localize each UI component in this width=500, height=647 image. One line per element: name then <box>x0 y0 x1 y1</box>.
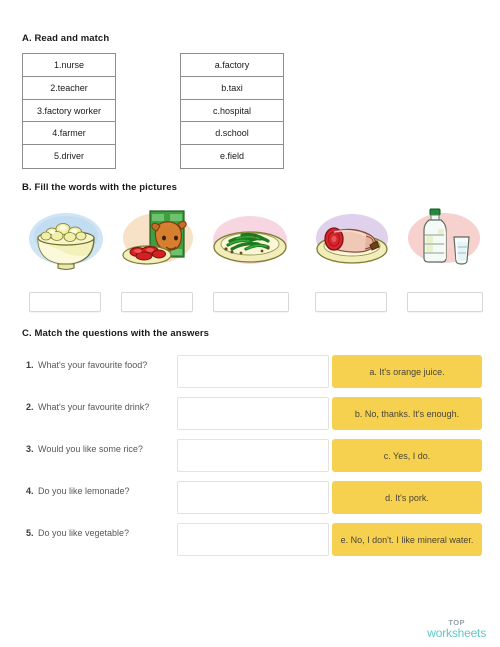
logo-top-text: TOP <box>448 617 465 627</box>
qa-number-5: 5. <box>26 528 34 538</box>
picture-answer-input-4[interactable] <box>315 292 387 312</box>
qa-row-4: 4. Do you like lemonade? d. It's pork. <box>0 481 500 515</box>
picture-item-2 <box>114 205 202 315</box>
beef-meat-icon <box>122 210 193 265</box>
picture-word-row <box>0 205 500 315</box>
picture-item-5 <box>400 205 488 315</box>
qa-row-2: 2. What's your favourite drink? b. No, t… <box>0 397 500 431</box>
qa-question-1: What's your favourite food? <box>38 360 148 370</box>
logo-worksheets-text: worksheets <box>427 626 486 640</box>
qa-number-2: 2. <box>26 402 34 412</box>
picture-item-3 <box>206 205 294 315</box>
picture-item-1 <box>22 205 110 315</box>
qa-answer-option-e[interactable]: e. No, I don't. I like mineral water. <box>332 523 482 556</box>
pork-roll-plate-icon <box>316 214 388 264</box>
match-cell-right-d[interactable]: d.school <box>181 122 283 146</box>
match-table-left: 1.nurse 2.teacher 3.factory worker 4.far… <box>22 53 116 169</box>
water-bottle-glass-icon <box>408 208 480 265</box>
picture-answer-input-3[interactable] <box>213 292 289 312</box>
qa-answer-input-4[interactable] <box>177 481 329 514</box>
match-cell-left-4[interactable]: 4.farmer <box>23 122 115 146</box>
qa-row-5: 5. Do you like vegetable? e. No, I don't… <box>0 523 500 557</box>
qa-number-1: 1. <box>26 360 34 370</box>
match-cell-left-5[interactable]: 5.driver <box>23 145 115 168</box>
qa-answer-input-3[interactable] <box>177 439 329 472</box>
topworksheets-logo: TOP worksheets <box>427 617 486 640</box>
qa-question-5: Do you like vegetable? <box>38 528 130 538</box>
section-c-heading: C. Match the questions with the answers <box>22 328 210 339</box>
green-beans-plate-icon <box>213 216 287 264</box>
qa-question-2: What's your favourite drink? <box>38 402 150 412</box>
match-table-right: a.factory b.taxi c.hospital d.school e.f… <box>180 53 284 169</box>
qa-answer-input-2[interactable] <box>177 397 329 430</box>
qa-row-3: 3. Would you like some rice? c. Yes, I d… <box>0 439 500 473</box>
qa-answer-option-d[interactable]: d. It's pork. <box>332 481 482 514</box>
qa-number-4: 4. <box>26 486 34 496</box>
match-cell-right-c[interactable]: c.hospital <box>181 100 283 123</box>
qa-question-4: Do you like lemonade? <box>38 486 130 496</box>
qa-number-3: 3. <box>26 444 34 454</box>
section-a-heading: A. Read and match <box>22 33 110 44</box>
qa-question-3: Would you like some rice? <box>38 444 143 454</box>
picture-item-4 <box>308 205 396 315</box>
qa-answer-option-b[interactable]: b. No, thanks. It's enough. <box>332 397 482 430</box>
match-cell-left-1[interactable]: 1.nurse <box>23 54 115 77</box>
rice-bowl-icon <box>29 213 103 271</box>
match-cell-right-e[interactable]: e.field <box>181 145 283 168</box>
match-cell-left-3[interactable]: 3.factory worker <box>23 100 115 123</box>
qa-answer-input-5[interactable] <box>177 523 329 556</box>
match-cell-left-2[interactable]: 2.teacher <box>23 77 115 100</box>
qa-answer-option-a[interactable]: a. It's orange juice. <box>332 355 482 388</box>
picture-answer-input-2[interactable] <box>121 292 193 312</box>
qa-row-1: 1. What's your favourite food? a. It's o… <box>0 355 500 389</box>
picture-answer-input-5[interactable] <box>407 292 483 312</box>
qa-answer-input-1[interactable] <box>177 355 329 388</box>
qa-answer-option-c[interactable]: c. Yes, I do. <box>332 439 482 472</box>
picture-answer-input-1[interactable] <box>29 292 101 312</box>
match-cell-right-b[interactable]: b.taxi <box>181 77 283 100</box>
match-cell-right-a[interactable]: a.factory <box>181 54 283 77</box>
section-b-heading: B. Fill the words with the pictures <box>22 182 177 193</box>
